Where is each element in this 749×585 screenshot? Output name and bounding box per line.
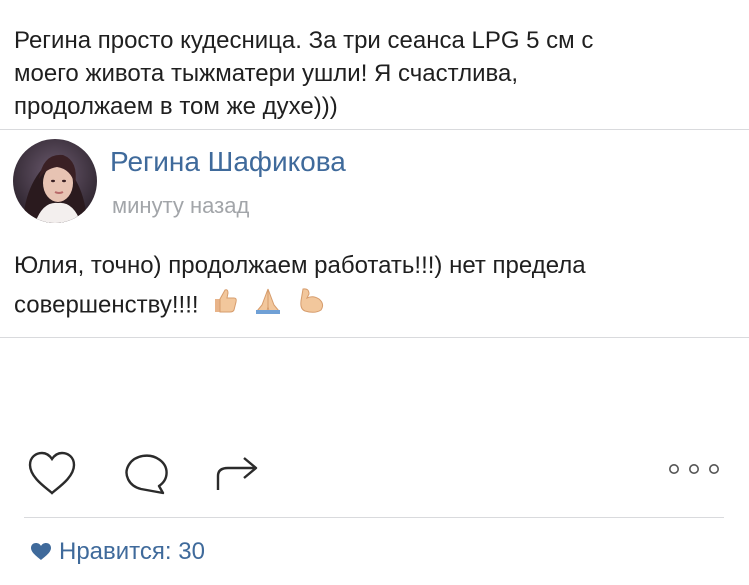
- share-icon[interactable]: [212, 450, 264, 501]
- folded-hands-icon: [253, 285, 283, 327]
- divider-actions: [24, 517, 724, 518]
- comment-line-1: Юлия, точно) продолжаем работать!!!) нет…: [14, 252, 586, 279]
- divider-top: [0, 129, 749, 130]
- likes-label: Нравится: 30: [59, 538, 205, 565]
- heart-filled-icon: [31, 543, 51, 560]
- thumbs-up-icon: [209, 285, 239, 327]
- divider-bottom: [0, 337, 749, 338]
- comment-author-name[interactable]: Регина Шафикова: [110, 146, 346, 178]
- comment-line-2-text: совершенству!!!!: [14, 291, 199, 319]
- likes-count[interactable]: Нравится: 30: [31, 538, 205, 566]
- post-text: Регина просто кудесница. За три сеанса L…: [14, 27, 594, 120]
- comment-text: Юлия, точно) продолжаем работать!!!) нет…: [14, 247, 729, 327]
- comment-icon[interactable]: [119, 450, 171, 501]
- flexed-biceps-icon: [297, 285, 327, 327]
- more-icon[interactable]: [668, 461, 720, 482]
- avatar[interactable]: [13, 139, 97, 223]
- heart-icon[interactable]: [26, 450, 78, 501]
- comment-line-2: совершенству!!!!: [14, 285, 729, 327]
- emoji-group: [209, 285, 341, 327]
- comment-timestamp: минуту назад: [112, 193, 250, 218]
